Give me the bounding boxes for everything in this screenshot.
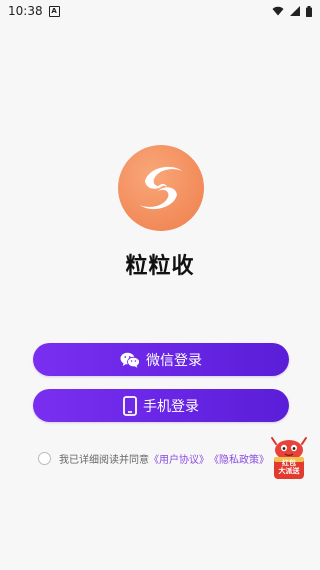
red-packet-promo[interactable]: 红包 大派送 (270, 436, 308, 482)
swirl-icon (140, 166, 182, 210)
agreement-row: 我已详细阅读并同意 《用户协议》 《隐私政策》 (38, 451, 269, 466)
privacy-policy-link[interactable]: 《隐私政策》 (209, 451, 269, 466)
phone-login-button[interactable]: 手机登录 (33, 389, 289, 422)
agreement-checkbox[interactable] (38, 452, 51, 465)
wechat-icon (120, 352, 140, 368)
signal-icon (290, 6, 300, 16)
status-right (272, 5, 312, 17)
promo-label-line2: 大派送 (278, 467, 300, 475)
battery-icon (306, 5, 312, 17)
phone-login-label: 手机登录 (143, 398, 199, 415)
app-logo (118, 145, 204, 231)
agreement-text: 我已详细阅读并同意 (59, 455, 149, 466)
status-left: 10:38 A (8, 4, 60, 18)
wifi-icon (272, 6, 284, 16)
status-bar: 10:38 A (0, 0, 320, 22)
wechat-login-button[interactable]: 微信登录 (33, 343, 289, 376)
promo-label-line1: 红包 (282, 459, 296, 467)
wechat-login-label: 微信登录 (146, 352, 202, 369)
notification-icon: A (48, 5, 60, 17)
phone-icon (123, 395, 137, 416)
promo-label: 红包 大派送 (274, 459, 304, 475)
app-title: 粒粒收 (125, 254, 195, 279)
user-agreement-link[interactable]: 《用户协议》 (149, 451, 209, 466)
status-time: 10:38 (8, 4, 43, 18)
